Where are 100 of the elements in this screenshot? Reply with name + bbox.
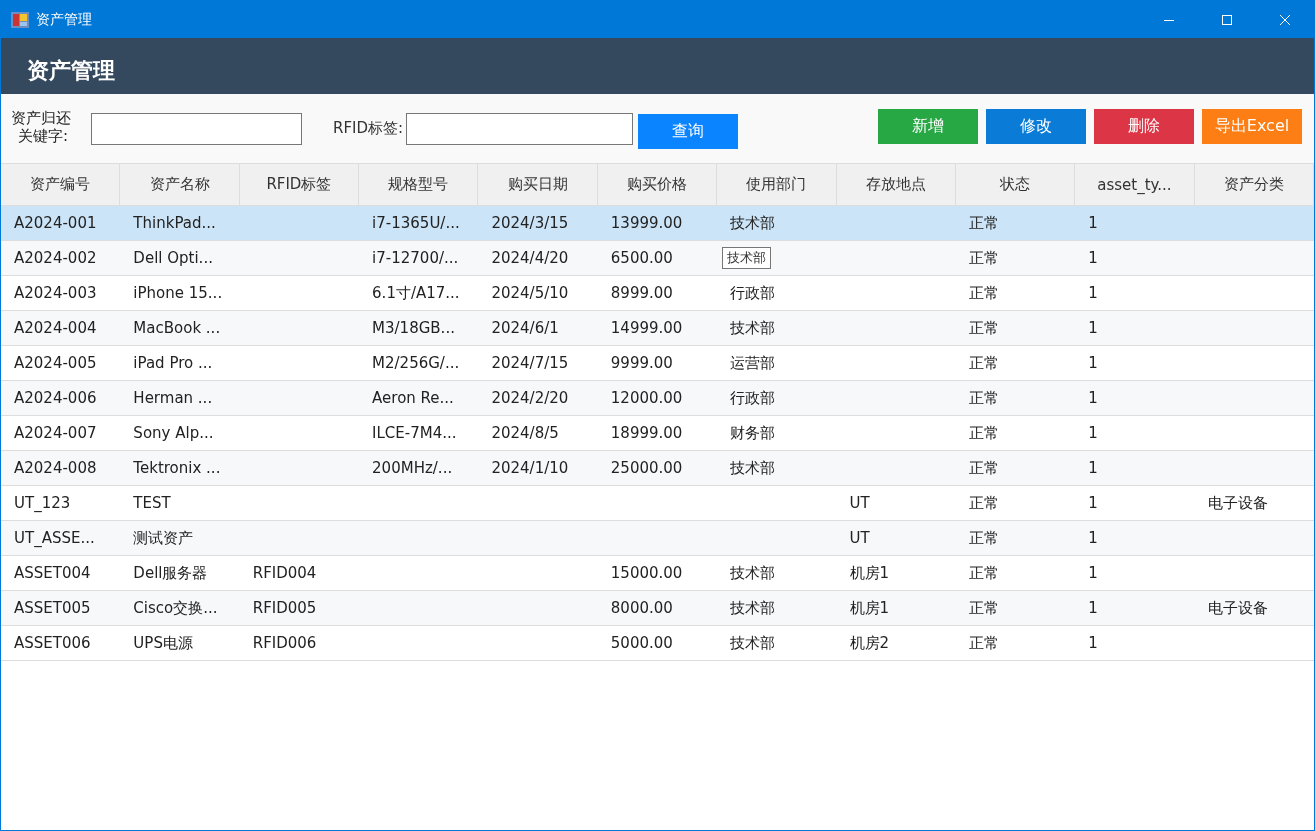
table-row[interactable]: A2024-004 MacBook ... M3/18GB... 2024/6/1 14999.00 技术部 正常 1	[1, 311, 1314, 346]
table-cell: 1	[1088, 354, 1098, 372]
table-cell: 正常	[968, 388, 999, 408]
table-cell: 测试资产	[133, 528, 194, 548]
column-header[interactable]: 购买价格	[597, 164, 718, 205]
table-cell: UT_ASSE...	[14, 529, 95, 547]
action-button[interactable]: 删除	[1094, 109, 1194, 144]
table-cell: 15000.00	[610, 564, 683, 582]
table-cell: 技术部	[730, 318, 776, 338]
keyword-label: 关键字:	[18, 126, 70, 145]
table-cell: Aeron Re...	[372, 389, 454, 407]
table-cell: 2024/2/20	[491, 389, 569, 407]
table-cell: 正常	[968, 458, 999, 478]
table-cell: M2/256G/...	[372, 354, 460, 372]
column-header[interactable]: 状态	[955, 164, 1076, 205]
table-row[interactable]: ASSET005 Cisco交换... RFID005 8000.00 技术部 机房1 正常 1 电子设备	[1, 591, 1314, 626]
app-icon	[11, 11, 29, 28]
table-cell: 9999.00	[610, 354, 673, 372]
table-cell: iPhone 15...	[133, 284, 223, 302]
table-cell: 2024/6/1	[491, 319, 559, 337]
table-cell: ASSET006	[14, 634, 91, 652]
table-cell: Cisco交换...	[133, 598, 218, 618]
table-row[interactable]: A2024-001 ThinkPad... i7-1365U/... 2024/3/15 13999.00 技术部 正常 1	[1, 206, 1314, 241]
table-cell: A2024-004	[14, 319, 97, 337]
table-cell: 机房1	[849, 563, 890, 583]
table-cell: 1	[1088, 319, 1098, 337]
table-cell: A2024-002	[14, 249, 97, 267]
table-cell: 13999.00	[610, 214, 683, 232]
column-header[interactable]: 资产编号	[1, 164, 121, 205]
table-cell: RFID005	[252, 599, 317, 617]
table-cell: 12000.00	[610, 389, 683, 407]
table-cell: A2024-001	[14, 214, 97, 232]
column-header[interactable]: 规格型号	[359, 164, 479, 205]
table-cell: 电子设备	[1207, 493, 1268, 513]
rfid-label: RFID标签:	[333, 119, 404, 138]
table-cell: 2024/4/20	[491, 249, 569, 267]
table-cell: A2024-003	[14, 284, 97, 302]
keyword-field[interactable]	[91, 112, 302, 145]
table-cell: Herman ...	[133, 389, 213, 407]
column-header[interactable]: 购买日期	[478, 164, 598, 205]
table-cell: 25000.00	[610, 459, 683, 477]
column-header[interactable]: 使用部门	[717, 164, 837, 205]
column-header[interactable]: 存放地点	[836, 164, 956, 205]
table-cell: 正常	[968, 353, 999, 373]
table-cell: 8999.00	[610, 284, 673, 302]
maximize-icon[interactable]	[1221, 13, 1233, 26]
table-cell: 正常	[968, 528, 999, 548]
table-cell: 1	[1088, 214, 1098, 232]
action-button[interactable]: 修改	[986, 109, 1086, 144]
table-cell: 财务部	[730, 423, 776, 443]
tooltip: 技术部	[722, 247, 772, 269]
column-header[interactable]: asset_ty...	[1075, 164, 1195, 205]
table-cell: 2024/5/10	[491, 284, 569, 302]
table-cell: 技术部	[730, 563, 776, 583]
table-cell: 正常	[968, 493, 999, 513]
table-cell: 运营部	[730, 353, 776, 373]
table-cell: 200MHz/...	[372, 459, 453, 477]
table-cell: A2024-006	[14, 389, 97, 407]
table-cell: UT	[849, 529, 870, 547]
table-cell: M3/18GB...	[372, 319, 455, 337]
column-header[interactable]: 资产名称	[120, 164, 240, 205]
table-row[interactable]: A2024-006 Herman ... Aeron Re... 2024/2/20 12000.00 行政部 正常 1	[1, 381, 1314, 416]
table-cell: 2024/1/10	[491, 459, 569, 477]
table-cell: 正常	[968, 563, 999, 583]
table-cell: 1	[1088, 459, 1098, 477]
table-cell: 2024/8/5	[491, 424, 559, 442]
table-cell: 机房1	[849, 598, 890, 618]
table-cell: 2024/3/15	[491, 214, 569, 232]
table-cell: 18999.00	[610, 424, 683, 442]
table-cell: UT	[849, 494, 870, 512]
table-cell: 5000.00	[610, 634, 673, 652]
table-cell: UT_123	[14, 494, 71, 512]
search-button[interactable]: 查询	[638, 114, 739, 149]
close-icon[interactable]	[1279, 13, 1291, 26]
keyword-label: 资产归还	[11, 108, 71, 127]
table-cell: 1	[1088, 249, 1098, 267]
table-cell: 正常	[968, 423, 999, 443]
table-cell: ILCE-7M4...	[372, 424, 457, 442]
table-cell: iPad Pro ...	[133, 354, 213, 372]
table-cell: 6.1寸/A17...	[372, 283, 460, 303]
table-cell: ASSET004	[14, 564, 91, 582]
column-header[interactable]: RFID标签	[239, 164, 360, 205]
table-cell: ThinkPad...	[133, 214, 216, 232]
table-cell: 正常	[968, 318, 999, 338]
table-cell: Tektronix ...	[133, 459, 221, 477]
page-title: 资产管理	[27, 57, 115, 85]
table-cell: 14999.00	[610, 319, 683, 337]
table-cell: i7-1365U/...	[372, 214, 460, 232]
table-cell: 2024/7/15	[491, 354, 569, 372]
table-cell: A2024-007	[14, 424, 97, 442]
column-header[interactable]: 资产分类	[1194, 164, 1314, 205]
table-row[interactable]: UT_ASSE... 测试资产 UT 正常 1	[1, 521, 1314, 556]
table-row[interactable]: A2024-008 Tektronix ... 200MHz/... 2024/1/10 25000.00 技术部 正常 1	[1, 451, 1314, 486]
table-row[interactable]: A2024-002 Dell Opti... i7-12700/... 2024/4/20 6500.00 技术部 正常 1	[1, 241, 1314, 276]
table-cell: 行政部	[730, 388, 776, 408]
rfid-field[interactable]	[406, 113, 634, 145]
table-cell: TEST	[133, 494, 171, 512]
table-cell: 正常	[968, 248, 999, 268]
table-cell: A2024-005	[14, 354, 97, 372]
table-cell: 机房2	[849, 633, 890, 653]
